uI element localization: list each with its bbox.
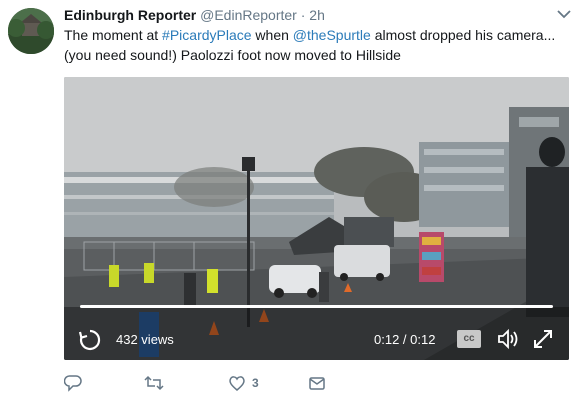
tweet-actions: 3 bbox=[64, 372, 364, 394]
video-player[interactable]: 432 views 0:12 / 0:12 cc bbox=[64, 77, 569, 360]
timestamp[interactable]: 2h bbox=[309, 7, 325, 23]
separator: · bbox=[300, 7, 306, 23]
chevron-down-icon[interactable] bbox=[556, 8, 572, 20]
message-icon bbox=[309, 377, 325, 390]
reply-icon bbox=[64, 375, 82, 392]
retweet-icon bbox=[144, 375, 164, 391]
tweet-header: Edinburgh Reporter @EdinReporter · 2h bbox=[64, 5, 552, 25]
hashtag-link[interactable]: #PicardyPlace bbox=[162, 27, 252, 43]
mention-link[interactable]: @theSpurtle bbox=[293, 27, 371, 43]
reply-button[interactable] bbox=[64, 372, 88, 394]
timecode: 0:12 / 0:12 bbox=[374, 332, 436, 347]
replay-icon[interactable] bbox=[78, 328, 102, 352]
video-frame bbox=[64, 77, 569, 360]
like-icon bbox=[229, 376, 245, 391]
retweet-button[interactable] bbox=[144, 372, 170, 394]
tweet-text-part: when bbox=[251, 27, 293, 43]
progress-bar[interactable] bbox=[80, 305, 553, 308]
avatar[interactable] bbox=[8, 8, 54, 54]
tweet-text-part: The moment at bbox=[64, 27, 163, 43]
fullscreen-icon[interactable] bbox=[532, 328, 554, 350]
like-count: 3 bbox=[252, 376, 259, 390]
user-handle[interactable]: @EdinReporter bbox=[200, 7, 297, 23]
view-count: 432 views bbox=[116, 332, 174, 347]
message-button[interactable] bbox=[308, 372, 326, 394]
volume-icon[interactable] bbox=[496, 328, 520, 350]
display-name[interactable]: Edinburgh Reporter bbox=[64, 7, 196, 23]
like-button[interactable]: 3 bbox=[228, 372, 259, 394]
tweet-text: The moment at #PicardyPlace when @theSpu… bbox=[64, 25, 569, 65]
captions-button[interactable]: cc bbox=[457, 330, 481, 348]
